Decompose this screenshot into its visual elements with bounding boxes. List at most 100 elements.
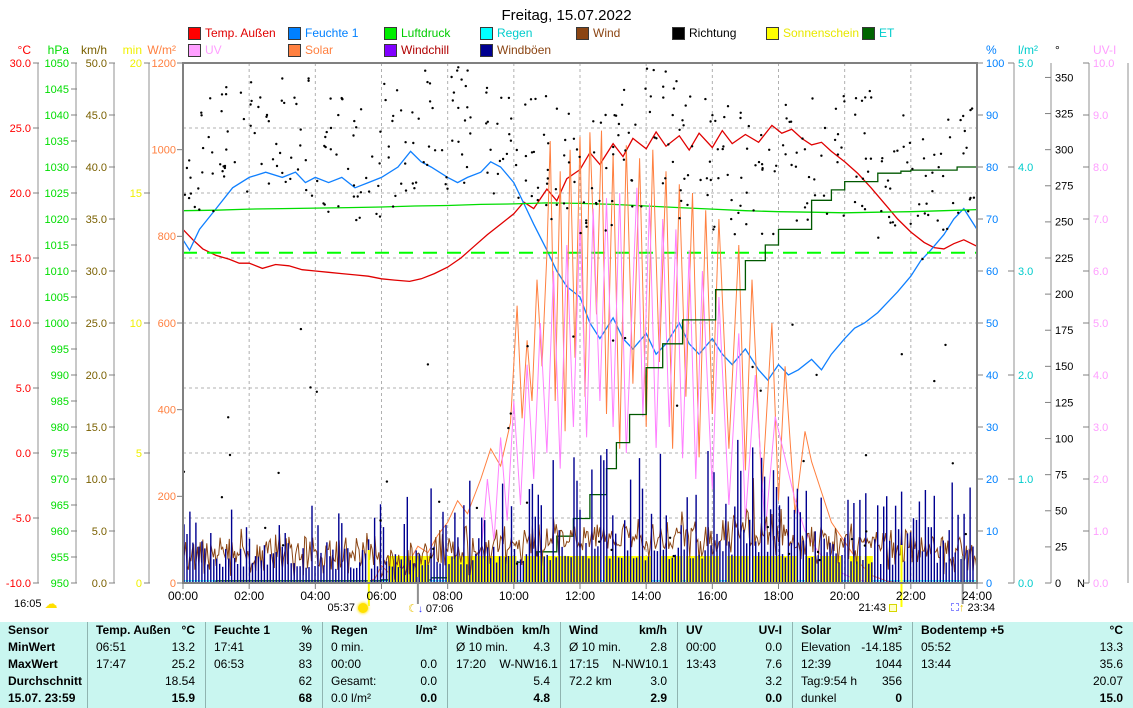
svg-text:980: 980 [51,422,69,434]
table-column-bodentemp-5: Bodentemp +5°C05:5213.313:4435.620.0715.… [912,622,1133,708]
table-cell: 13:437.6 [678,656,792,673]
table-cell: 0.0 l/m²0.0 [323,690,447,707]
svg-text:1050: 1050 [45,58,69,70]
svg-text:0: 0 [136,578,142,590]
svg-text:25: 25 [1055,542,1067,554]
svg-text:40: 40 [986,370,998,382]
svg-text:100: 100 [986,58,1004,70]
svg-text:125: 125 [1055,397,1073,409]
svg-text:°: ° [1055,43,1060,57]
table-cell: 17:4139 [206,639,322,656]
svg-text:60: 60 [986,266,998,278]
table-cell: 00:000.0 [678,639,792,656]
svg-text:22:00: 22:00 [896,589,926,603]
svg-text:30.0: 30.0 [86,266,107,278]
marker-moonrise: ↑23:34 [951,602,995,614]
table-column-uv: UVUV-I00:000.013:437.63.20.0 [677,622,792,708]
sunset-icon [889,604,897,612]
svg-text:04:00: 04:00 [300,589,330,603]
svg-text:0: 0 [1055,578,1061,590]
svg-text:20:00: 20:00 [830,589,860,603]
table-cell: 05:5213.3 [913,639,1133,656]
svg-text:0.0: 0.0 [1093,578,1108,590]
table-header: Feuchte 1% [206,622,322,639]
svg-text:3.0: 3.0 [1018,266,1033,278]
svg-text:0: 0 [986,578,992,590]
svg-text:0.0: 0.0 [92,578,107,590]
svg-text:min: min [123,43,142,57]
svg-text:10.0: 10.0 [10,318,31,330]
svg-text:325: 325 [1055,108,1073,120]
svg-text:50: 50 [1055,506,1067,518]
table-cell: 72.2 km3.0 [561,673,677,690]
marker-time: 21:43 [858,602,886,614]
svg-text:995: 995 [51,344,69,356]
svg-text:km/h: km/h [81,43,107,57]
svg-text:10: 10 [130,318,142,330]
svg-text:100: 100 [1055,433,1073,445]
svg-text:00:00: 00:00 [168,589,198,603]
table-cell: 06:5113.2 [88,639,205,656]
x-axis: 00:0002:0004:0006:0008:0010:0012:0014:00… [168,583,992,603]
svg-text:50: 50 [986,318,998,330]
svg-text:1.0: 1.0 [1093,526,1108,538]
table-cell: 5.4 [448,673,560,690]
table-cell: 68 [206,690,322,707]
series-richtung [183,66,975,565]
marker-time: 07:06 [426,603,454,615]
svg-text:14:00: 14:00 [631,589,661,603]
svg-text:20: 20 [986,474,998,486]
marker-moonset: ☾↓07:06 [408,602,453,615]
svg-text:15: 15 [130,188,142,200]
table-cell: Elevation-14.185 [793,639,912,656]
svg-text:15.0: 15.0 [86,422,107,434]
svg-text:1040: 1040 [45,110,69,122]
svg-text:400: 400 [158,405,176,417]
svg-text:275: 275 [1055,181,1073,193]
svg-text:16:00: 16:00 [697,589,727,603]
table-header: UVUV-I [678,622,792,639]
table-cell: 15.9 [88,690,205,707]
svg-text:225: 225 [1055,253,1073,265]
svg-text:1045: 1045 [45,84,69,96]
moonrise-icon: ↑ [951,602,965,614]
svg-text:6.0: 6.0 [1093,266,1108,278]
table-cell: 4.8 [448,690,560,707]
svg-text:UV-I: UV-I [1093,43,1116,57]
table-header: Regenl/m² [323,622,447,639]
svg-text:2.0: 2.0 [1018,370,1033,382]
svg-text:7.0: 7.0 [1093,214,1108,226]
svg-text:18:00: 18:00 [763,589,793,603]
table-header-sensor: Sensor [0,622,87,639]
svg-text:5.0: 5.0 [16,383,31,395]
table-column-temp-au-en: Temp. Außen°C06:5113.217:4725.218.5415.9 [87,622,205,708]
svg-text:10: 10 [986,526,998,538]
svg-text:20.0: 20.0 [10,188,31,200]
table-row-label: MinWert [0,639,87,656]
svg-text:4.0: 4.0 [1093,370,1108,382]
marker-moon-culmination: 16:05☁ [14,598,58,610]
weather-day-chart-page: Freitag, 15.07.2022 Temp. AußenFeuchte 1… [0,0,1133,708]
svg-text:25.0: 25.0 [86,318,107,330]
table-header: Bodentemp +5°C [913,622,1133,639]
svg-text:%: % [986,43,997,57]
svg-text:200: 200 [1055,289,1073,301]
svg-text:30.0: 30.0 [10,58,31,70]
table-row-label: 15.07. 23:59 [0,690,87,707]
table-cell: 17:20 W-NW16.1 [448,656,560,673]
svg-text:l/m²: l/m² [1018,43,1038,57]
marker-sunset: 21:43 [858,602,897,614]
table-column-solar: SolarW/m²Elevation-14.18512:391044Tag:9:… [792,622,912,708]
svg-text:990: 990 [51,370,69,382]
svg-text:985: 985 [51,396,69,408]
svg-text:250: 250 [1055,217,1073,229]
table-cell: 17:15 N-NW10.1 [561,656,677,673]
sun-icon [358,603,368,613]
svg-text:5: 5 [136,448,142,460]
svg-text:12:00: 12:00 [565,589,595,603]
marker-time: 05:37 [327,602,355,614]
svg-text:-5.0: -5.0 [12,513,31,525]
table-cell: 18.54 [88,673,205,690]
svg-text:hPa: hPa [48,43,70,57]
svg-text:°C: °C [18,43,32,57]
